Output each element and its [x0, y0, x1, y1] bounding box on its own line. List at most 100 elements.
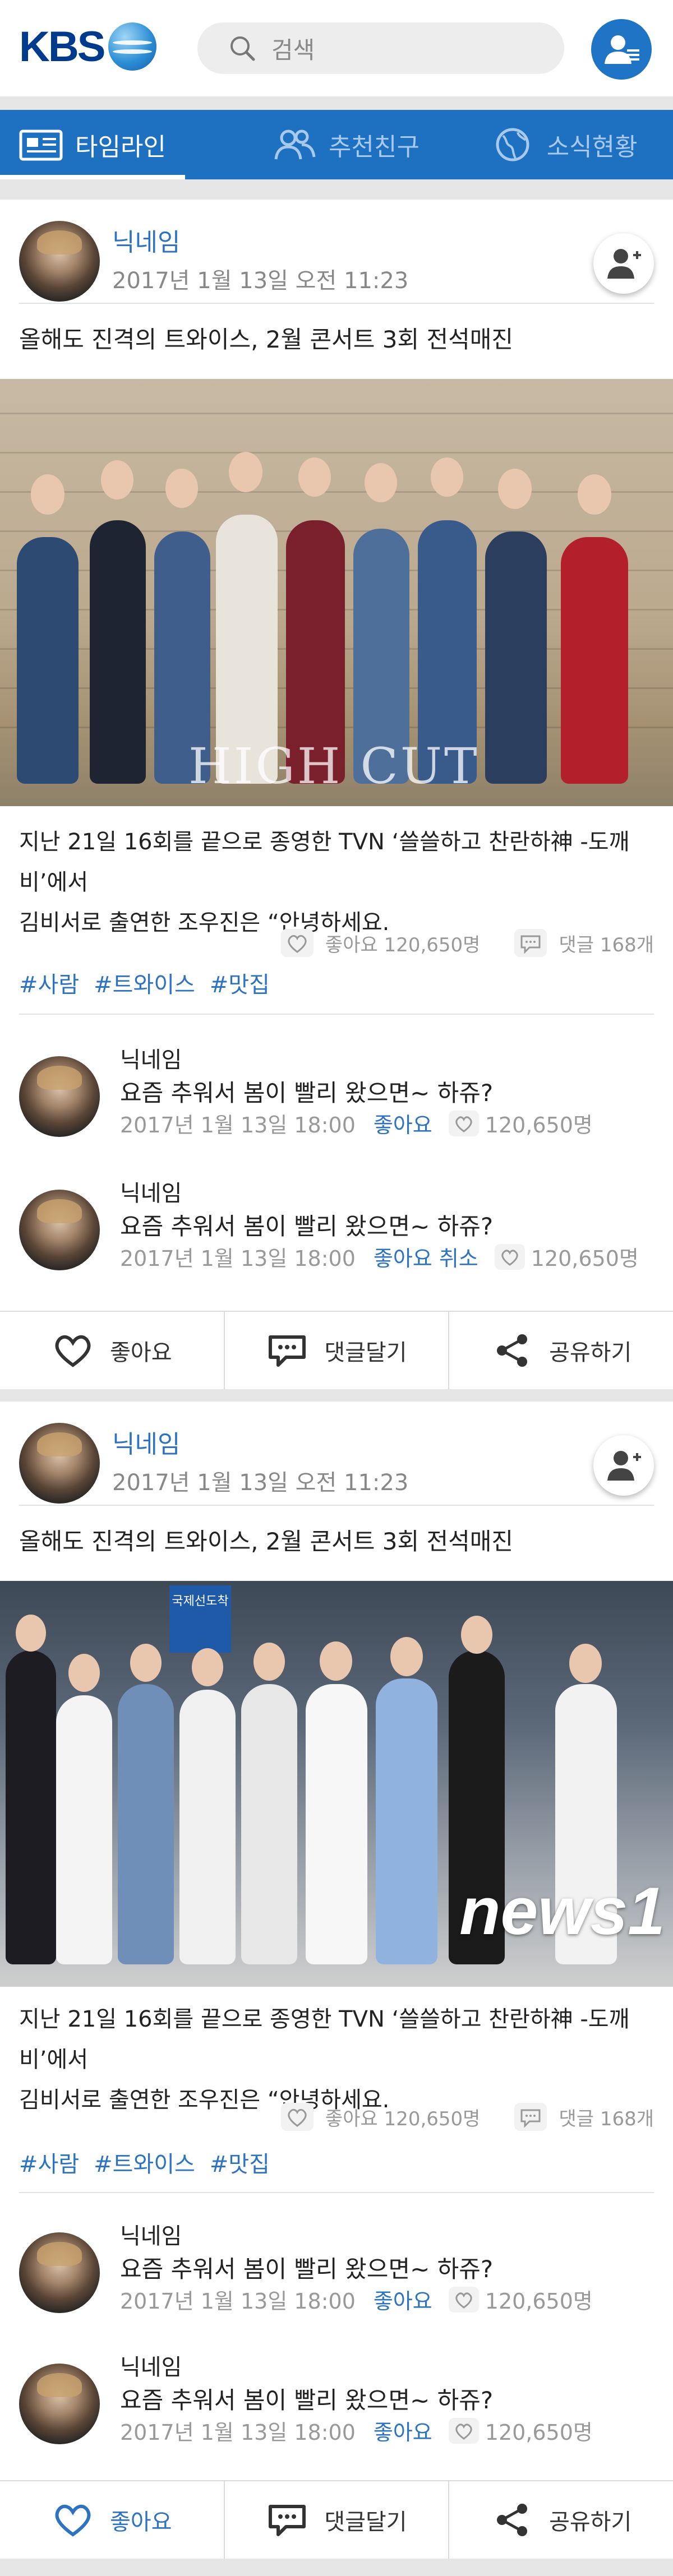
globe-icon [496, 128, 529, 161]
user-profile-icon [605, 35, 639, 64]
comment-nickname[interactable]: 닉네임 [120, 1175, 182, 1208]
avatar[interactable] [19, 2232, 100, 2313]
tab-news-status-label: 소식현황 [546, 133, 638, 161]
post-nickname[interactable]: 닉네임 [112, 222, 180, 258]
comment-date: 2017년 1월 13일 18:00 [120, 2420, 356, 2445]
share-button[interactable]: 공유하기 [449, 1312, 673, 1389]
comment-like-count: 120,650명 [485, 2289, 593, 2314]
hashtag[interactable]: #사람 [19, 2146, 79, 2179]
profile-button[interactable] [591, 19, 652, 80]
timeline-post: 닉네임 2017년 1월 13일 오전 11:23 올해도 진격의 트와이스, … [0, 200, 673, 1389]
logo-text: KBS [19, 22, 105, 71]
hashtag[interactable]: #맛집 [210, 2146, 270, 2179]
post-header: 닉네임 2017년 1월 13일 오전 11:23 [19, 209, 654, 304]
like-button-label: 좋아요 [110, 1340, 172, 1366]
heart-icon [55, 1335, 91, 1367]
search-icon [231, 36, 255, 61]
kbs-logo[interactable]: KBS [19, 22, 157, 71]
hashtag-list: #사람 #트와이스 #맛집 [19, 966, 270, 999]
comment-like-count: 120,650명 [485, 1113, 593, 1137]
comment-item: 닉네임 요즘 추워서 봄이 빨리 왔으면~ 하쥬? 2017년 1월 13일 1… [19, 1175, 654, 1293]
comment-icon[interactable] [514, 2102, 547, 2131]
comment-button[interactable]: 댓글달기 [225, 2481, 450, 2559]
like-button[interactable]: 좋아요 [0, 2481, 225, 2559]
hashtag[interactable]: #트와이스 [94, 966, 195, 999]
avatar[interactable] [19, 221, 100, 302]
comment-like-button[interactable]: 좋아요 [374, 1108, 432, 1139]
comment-nickname[interactable]: 닉네임 [120, 2218, 182, 2250]
comment-meta: 2017년 1월 13일 18:00 좋아요 120,650명 [120, 2284, 593, 2315]
comment-button-label: 댓글달기 [324, 1340, 407, 1366]
comment-like-button[interactable]: 좋아요 [374, 2284, 432, 2315]
comment-icon [269, 1335, 306, 1367]
avatar[interactable] [19, 1190, 100, 1270]
share-button-label: 공유하기 [549, 2509, 632, 2535]
tab-timeline[interactable]: 타임라인 [0, 110, 237, 179]
like-count: 좋아요 120,650명 [325, 2107, 481, 2130]
main-tabs: 타임라인 추천친구 소식현황 [0, 110, 673, 179]
comment-count: 댓글 168개 [559, 2107, 654, 2130]
heart-icon[interactable] [280, 2102, 314, 2131]
comment-like-count: 120,650명 [485, 2420, 593, 2445]
comment-unlike-button[interactable]: 좋아요 취소 [374, 1241, 478, 1272]
comment-item: 닉네임 요즘 추워서 봄이 빨리 왔으면~ 하쥬? 2017년 1월 13일 1… [19, 2218, 654, 2335]
post-stats: 좋아요 120,650명 댓글 168개 [280, 2102, 654, 2131]
comment-text: 요즘 추워서 봄이 빨리 왔으면~ 하쥬? [120, 1079, 494, 1107]
hashtag[interactable]: #사람 [19, 966, 79, 999]
description-line: 지난 21일 16회를 끝으로 종영한 TVN ‘쓸쓸하고 찬란하神 -도깨비’… [19, 2006, 630, 2073]
hashtag[interactable]: #트와이스 [94, 2146, 195, 2179]
comment-nickname[interactable]: 닉네임 [120, 1042, 182, 1074]
search-bar[interactable]: 검색 [197, 22, 564, 74]
heart-icon[interactable] [280, 928, 314, 958]
heart-icon [55, 2504, 91, 2537]
share-button[interactable]: 공유하기 [449, 2481, 673, 2559]
heart-icon [494, 1243, 525, 1270]
comment-icon[interactable] [514, 928, 547, 958]
comment-icon [269, 2505, 306, 2536]
tab-recommended-friends[interactable]: 추천친구 [237, 110, 455, 179]
divider [19, 1014, 654, 1015]
hashtag-list: #사람 #트와이스 #맛집 [19, 2146, 270, 2179]
add-user-icon [607, 1451, 641, 1481]
comment-meta: 2017년 1월 13일 18:00 좋아요 120,650명 [120, 1108, 593, 1139]
logo-globe-icon [108, 22, 157, 71]
post-photo[interactable]: 국제선도착 news1 [0, 1581, 673, 1987]
comment-text: 요즘 추워서 봄이 빨리 왔으면~ 하쥬? [120, 2387, 494, 2414]
add-friend-button[interactable] [593, 233, 654, 294]
hashtag[interactable]: #맛집 [210, 966, 270, 999]
add-friend-button[interactable] [593, 1435, 654, 1496]
photo-watermark: HIGH CUT [188, 737, 480, 795]
timeline-post: 닉네임 2017년 1월 13일 오전 11:23 올해도 진격의 트와이스, … [0, 1402, 673, 2559]
post-description: 지난 21일 16회를 끝으로 종영한 TVN ‘쓸쓸하고 찬란하神 -도깨비’… [19, 822, 654, 943]
comment-like-button[interactable]: 좋아요 [374, 2415, 432, 2446]
description-line: 지난 21일 16회를 끝으로 종영한 TVN ‘쓸쓸하고 찬란하神 -도깨비’… [19, 829, 630, 895]
comment-meta: 2017년 1월 13일 18:00 좋아요 120,650명 [120, 2415, 593, 2446]
heart-icon [448, 1110, 479, 1136]
heart-icon [448, 2417, 479, 2444]
like-button[interactable]: 좋아요 [0, 1312, 225, 1389]
post-photo[interactable]: HIGH CUT [0, 379, 673, 806]
comment-date: 2017년 1월 13일 18:00 [120, 1113, 356, 1137]
tab-news-status[interactable]: 소식현황 [455, 110, 673, 179]
avatar[interactable] [19, 1423, 100, 1504]
post-header: 닉네임 2017년 1월 13일 오전 11:23 [19, 1410, 654, 1506]
share-button-label: 공유하기 [549, 1340, 632, 1366]
photo-watermark: news1 [459, 1874, 665, 1949]
add-user-icon [607, 249, 641, 279]
avatar[interactable] [19, 1056, 100, 1137]
post-nickname[interactable]: 닉네임 [112, 1424, 180, 1460]
comment-item: 닉네임 요즘 추워서 봄이 빨리 왔으면~ 하쥬? 2017년 1월 13일 1… [19, 2349, 654, 2467]
comment-text: 요즘 추워서 봄이 빨리 왔으면~ 하쥬? [120, 1213, 494, 1240]
comment-button[interactable]: 댓글달기 [225, 1312, 450, 1389]
comment-date: 2017년 1월 13일 18:00 [120, 1246, 356, 1271]
comment-nickname[interactable]: 닉네임 [120, 2349, 182, 2381]
share-icon [497, 1334, 528, 1367]
comment-text: 요즘 추워서 봄이 빨리 왔으면~ 하쥬? [120, 2255, 494, 2283]
avatar[interactable] [19, 2364, 100, 2444]
post-action-bar: 좋아요 댓글달기 공유하기 [0, 1311, 673, 1389]
search-placeholder: 검색 [271, 36, 315, 64]
post-date: 2017년 1월 13일 오전 11:23 [112, 268, 409, 294]
post-action-bar: 좋아요 댓글달기 공유하기 [0, 2480, 673, 2559]
post-title: 올해도 진격의 트와이스, 2월 콘서트 3회 전석매진 [19, 326, 514, 353]
app-header: KBS 검색 [0, 0, 673, 96]
